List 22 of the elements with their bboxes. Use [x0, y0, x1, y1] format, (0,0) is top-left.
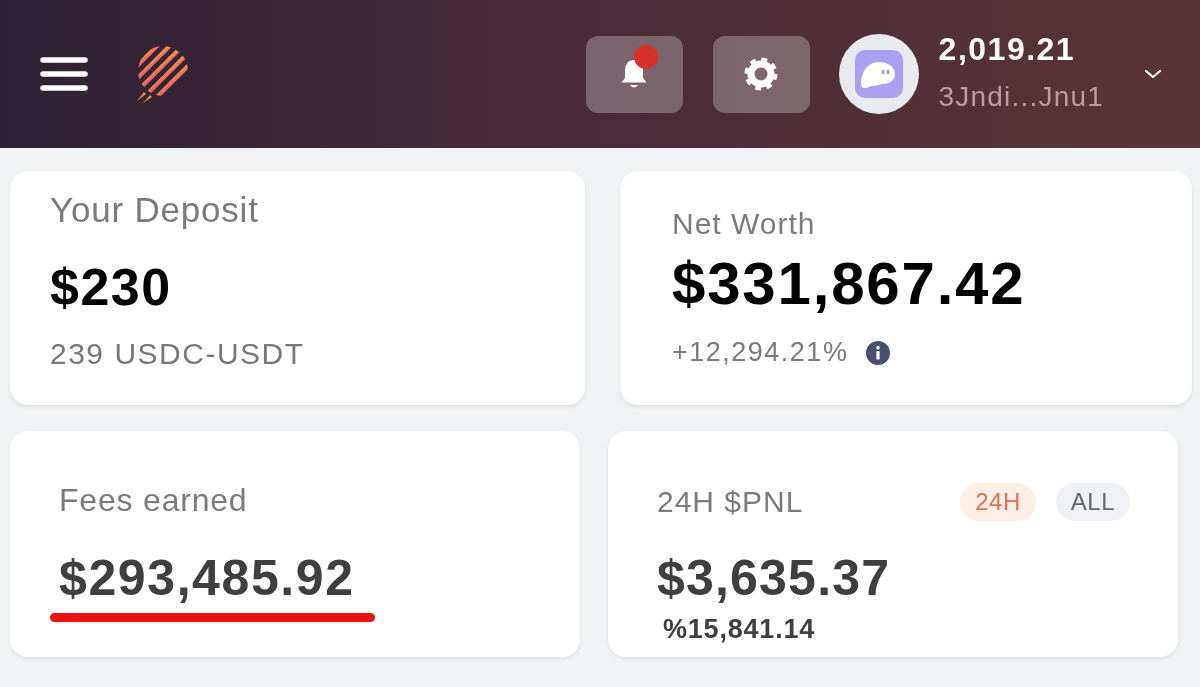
card-subtext: %15,841.14	[663, 616, 816, 643]
card-label: 24H $PNL	[657, 487, 804, 517]
card-subtext: +12,294.21%	[672, 339, 849, 366]
period-tab[interactable]: 24H	[960, 482, 1036, 521]
chevron-down-icon[interactable]	[1144, 69, 1162, 79]
card-value: $331,867.42	[672, 254, 1026, 314]
settings-icon	[744, 57, 779, 91]
settings-button[interactable]	[712, 35, 810, 113]
card-label: Fees earned	[59, 484, 248, 516]
card-label: Your Deposit	[50, 192, 259, 227]
card-value: $3,635.37	[657, 553, 891, 603]
info-icon[interactable]	[866, 340, 891, 365]
ghost-avatar-icon	[838, 34, 919, 114]
card-subtext: 239 USDC-USDT	[50, 339, 305, 369]
card-label: Net Worth	[672, 209, 816, 239]
notifications-button[interactable]	[585, 35, 683, 113]
card-value: $230	[50, 261, 172, 313]
balance-text: 2,019.21	[938, 33, 1077, 65]
wallet-address: 3Jndi...Jnu1	[938, 83, 1104, 111]
menu-icon[interactable]	[40, 55, 88, 93]
card-value: $293,485.92	[59, 553, 355, 603]
period-tab[interactable]: ALL	[1055, 482, 1130, 521]
